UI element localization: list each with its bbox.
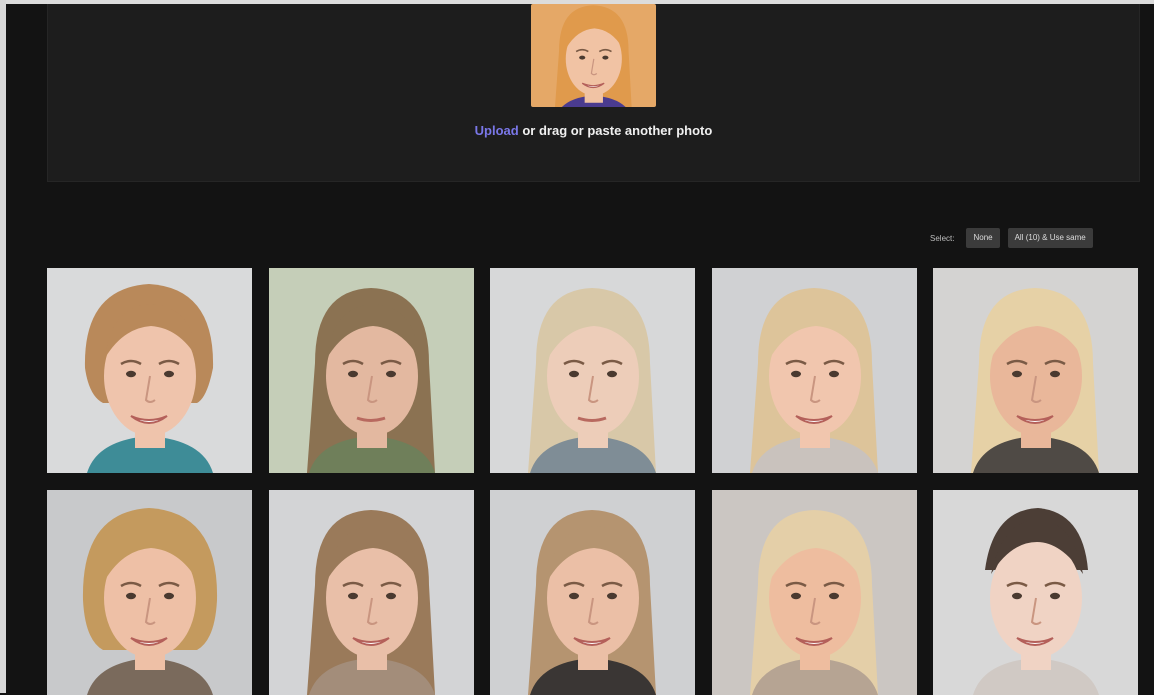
face-result-tile[interactable] — [47, 268, 252, 473]
face-result-tile[interactable] — [47, 490, 252, 695]
face-result-tile[interactable] — [268, 490, 474, 695]
face-result-tile[interactable] — [268, 268, 474, 473]
generated-face-image — [711, 268, 917, 473]
upload-dropzone[interactable]: Upload or drag or paste another photo — [47, 4, 1140, 182]
generated-face-image — [711, 490, 917, 695]
generated-face-image — [490, 268, 695, 473]
select-none-button[interactable]: None — [966, 228, 1000, 248]
upload-link[interactable]: Upload — [475, 123, 519, 138]
face-result-tile[interactable] — [933, 268, 1138, 473]
generated-face-image — [47, 268, 252, 473]
generated-face-image — [47, 490, 252, 695]
generated-face-image — [933, 490, 1138, 695]
uploaded-photo-thumbnail — [531, 4, 656, 107]
face-result-tile[interactable] — [711, 268, 917, 473]
generated-face-image — [490, 490, 695, 695]
uploaded-face-photo — [531, 4, 656, 107]
upload-instructions: or drag or paste another photo — [518, 123, 713, 138]
generated-face-image — [268, 268, 474, 473]
generated-face-image — [933, 268, 1138, 473]
face-result-tile[interactable] — [711, 490, 917, 695]
upload-caption: Upload or drag or paste another photo — [48, 123, 1139, 138]
select-all-button[interactable]: All (10) & Use same — [1007, 228, 1093, 248]
window-left-edge — [0, 0, 6, 693]
face-result-tile[interactable] — [490, 490, 695, 695]
select-label: Select: — [930, 233, 955, 243]
generated-face-image — [268, 490, 474, 695]
face-result-tile[interactable] — [490, 268, 695, 473]
selection-toolbar: Select: None All (10) & Use same — [930, 228, 1093, 248]
face-result-tile[interactable] — [933, 490, 1138, 695]
